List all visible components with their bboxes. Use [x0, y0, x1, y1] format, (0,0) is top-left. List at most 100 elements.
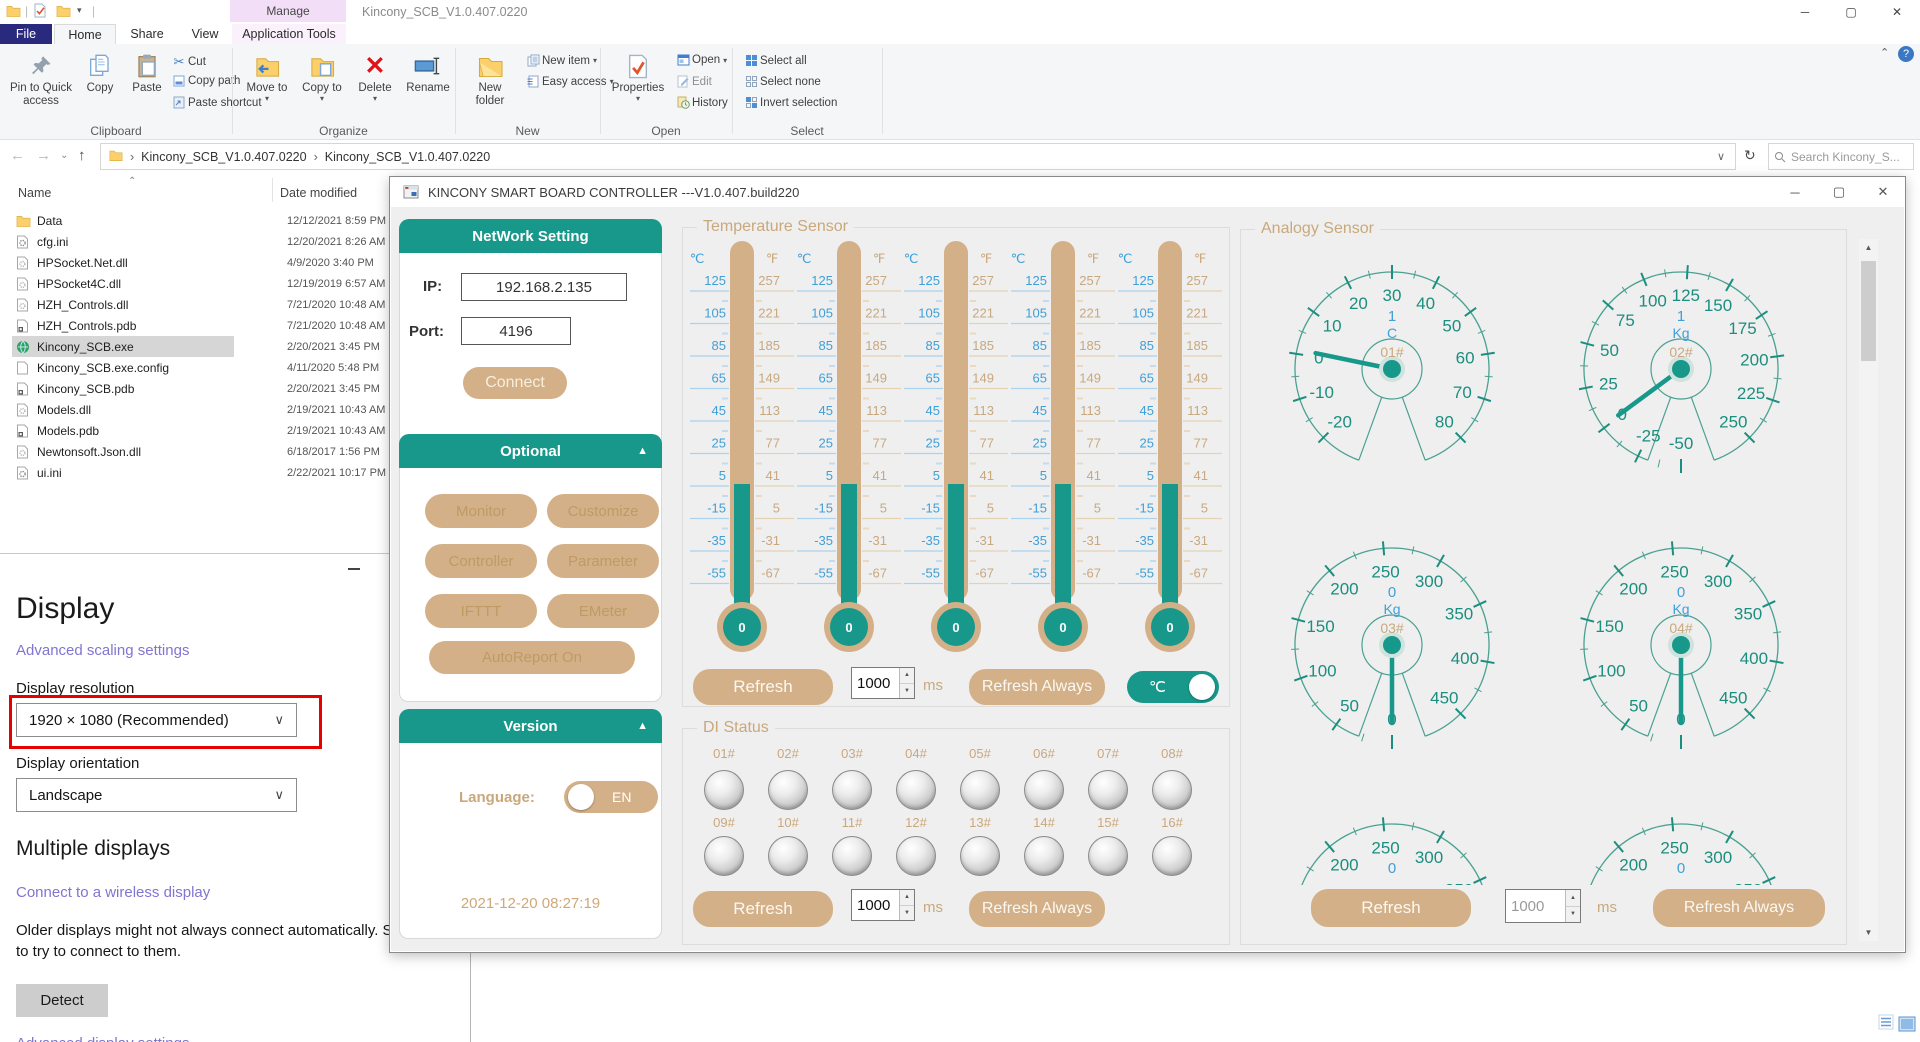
scroll-up-icon[interactable]: ▲: [1859, 239, 1878, 256]
file-row[interactable]: ui.ini2/22/2021 10:17 PM: [0, 462, 389, 483]
properties-button[interactable]: Properties▾: [608, 50, 668, 104]
qat-properties-icon[interactable]: [34, 3, 46, 23]
scrollbar-thumb[interactable]: [1861, 261, 1876, 361]
tab-file[interactable]: File: [0, 24, 52, 44]
settings-minimize-button[interactable]: [348, 568, 360, 570]
advanced-display-settings-link[interactable]: Advanced display settings: [16, 1035, 189, 1042]
kincony-close-button[interactable]: ✕: [1861, 177, 1905, 207]
select-all-button[interactable]: Select all: [742, 54, 807, 67]
di-refresh-always-button[interactable]: Refresh Always: [969, 891, 1105, 927]
search-input[interactable]: Search Kincony_S...: [1768, 143, 1914, 170]
optional-button-customize[interactable]: Customize: [547, 494, 659, 528]
invert-selection-button[interactable]: Invert selection: [742, 96, 837, 109]
file-row[interactable]: Newtonsoft.Json.dll6/18/2017 1:56 PM: [0, 441, 389, 462]
analogy-interval-spinner[interactable]: 1000 ▲▼: [1505, 889, 1581, 923]
scroll-down-icon[interactable]: ▼: [1859, 924, 1878, 941]
copy-to-button[interactable]: Copy to▾: [296, 50, 348, 104]
temperature-refresh-button[interactable]: Refresh: [693, 669, 833, 705]
breadcrumb-item[interactable]: Kincony_SCB_V1.0.407.0220: [141, 150, 306, 164]
file-row[interactable]: HZH_Controls.dll7/21/2020 10:48 AM: [0, 294, 389, 315]
history-button[interactable]: History: [674, 96, 728, 109]
celsius-toggle[interactable]: ℃: [1127, 671, 1219, 703]
refresh-address-icon[interactable]: ↻: [1744, 147, 1756, 164]
column-divider[interactable]: [272, 178, 273, 202]
spinner-down-icon[interactable]: ▼: [900, 684, 914, 699]
forward-icon[interactable]: →: [36, 147, 51, 164]
file-row[interactable]: cfg.ini12/20/2021 8:26 AM: [0, 231, 389, 252]
analogy-refresh-always-button[interactable]: Refresh Always: [1653, 889, 1825, 927]
breadcrumb-dropdown-icon[interactable]: ∨: [1717, 150, 1725, 163]
analogy-refresh-button[interactable]: Refresh: [1311, 889, 1471, 927]
version-header[interactable]: Version▲: [399, 709, 662, 743]
optional-header[interactable]: Optional▲: [399, 434, 662, 468]
file-row[interactable]: Data12/12/2021 8:59 PM: [0, 210, 389, 231]
copy-path-button[interactable]: Copy path: [170, 75, 240, 87]
advanced-scaling-settings-link[interactable]: Advanced scaling settings: [16, 642, 189, 659]
temperature-refresh-always-button[interactable]: Refresh Always: [969, 669, 1105, 705]
pin-to-quick-access-button[interactable]: Pin to Quick access: [8, 50, 74, 108]
di-interval-spinner[interactable]: 1000 ▲▼: [851, 889, 915, 921]
connect-wireless-display-link[interactable]: Connect to a wireless display: [16, 884, 210, 901]
file-row[interactable]: HPSocket.Net.dll4/9/2020 3:40 PM: [0, 252, 389, 273]
move-to-button[interactable]: Move to▾: [240, 50, 294, 104]
statusbar-thumbnail-view-icon[interactable]: [1898, 1016, 1916, 1037]
cut-button[interactable]: ✂ Cut: [170, 54, 206, 70]
tab-home[interactable]: Home: [54, 24, 116, 44]
spinner-up-icon[interactable]: ▲: [1566, 890, 1580, 907]
file-row[interactable]: Kincony_SCB.exe.config4/11/2020 5:48 PM: [0, 357, 389, 378]
file-row[interactable]: HZH_Controls.pdb7/21/2020 10:48 AM: [0, 315, 389, 336]
ip-field[interactable]: 192.168.2.135: [461, 273, 627, 301]
file-row[interactable]: HPSocket4C.dll12/19/2019 6:57 AM: [0, 273, 389, 294]
tab-application-tools[interactable]: Application Tools: [232, 24, 346, 44]
file-row[interactable]: Kincony_SCB.pdb2/20/2021 3:45 PM: [0, 378, 389, 399]
collapse-ribbon-icon[interactable]: ⌃: [1880, 46, 1889, 59]
sort-ascending-icon[interactable]: ⌃: [128, 176, 136, 187]
column-header-date[interactable]: Date modified: [280, 186, 357, 200]
collapse-triangle-icon[interactable]: ▲: [637, 445, 648, 457]
column-header-name[interactable]: Name: [18, 186, 51, 200]
help-icon[interactable]: ?: [1898, 46, 1914, 62]
spinner-up-icon[interactable]: ▲: [900, 890, 914, 906]
orientation-dropdown[interactable]: Landscape ∨: [16, 778, 297, 812]
select-none-button[interactable]: Select none: [742, 75, 821, 88]
optional-button-ifttt[interactable]: IFTTT: [425, 594, 537, 628]
qat-customize-caret-icon[interactable]: ▾: [77, 5, 82, 16]
file-row[interactable]: Models.pdb2/19/2021 10:43 AM: [0, 420, 389, 441]
delete-button[interactable]: ✕ Delete▾: [352, 50, 398, 104]
vertical-scrollbar[interactable]: ▲ ▼: [1859, 239, 1878, 941]
port-field[interactable]: 4196: [461, 317, 571, 345]
tab-share[interactable]: Share: [118, 24, 176, 44]
spinner-up-icon[interactable]: ▲: [900, 668, 914, 684]
breadcrumb-item[interactable]: Kincony_SCB_V1.0.407.0220: [325, 150, 490, 164]
language-toggle[interactable]: EN: [564, 781, 658, 813]
new-item-button[interactable]: New item▾: [524, 54, 597, 67]
connect-button[interactable]: Connect: [463, 367, 567, 399]
breadcrumb[interactable]: › Kincony_SCB_V1.0.407.0220 › Kincony_SC…: [100, 143, 1736, 170]
statusbar-list-view-icon[interactable]: [1878, 1014, 1894, 1035]
detect-button[interactable]: Detect: [16, 984, 108, 1017]
recent-locations-icon[interactable]: ⌄: [60, 150, 68, 161]
explorer-maximize-button[interactable]: ▢: [1828, 0, 1874, 24]
file-row[interactable]: Models.dll2/19/2021 10:43 AM: [0, 399, 389, 420]
kincony-maximize-button[interactable]: ▢: [1817, 177, 1861, 207]
edit-button[interactable]: Edit: [674, 75, 712, 88]
spinner-down-icon[interactable]: ▼: [900, 906, 914, 921]
optional-button-controller[interactable]: Controller: [425, 544, 537, 578]
rename-button[interactable]: Rename: [400, 50, 456, 95]
optional-button-emeter[interactable]: EMeter: [547, 594, 659, 628]
collapse-triangle-icon[interactable]: ▲: [637, 720, 648, 732]
temperature-interval-spinner[interactable]: 1000 ▲▼: [851, 667, 915, 699]
open-button[interactable]: Open▾: [674, 54, 727, 66]
optional-button-monitor[interactable]: Monitor: [425, 494, 537, 528]
optional-button-parameter[interactable]: Parameter: [547, 544, 659, 578]
explorer-minimize-button[interactable]: ─: [1782, 0, 1828, 24]
back-icon[interactable]: ←: [10, 147, 25, 164]
new-folder-button[interactable]: New folder: [464, 50, 516, 108]
autoreport-button[interactable]: AutoReport On: [429, 641, 635, 674]
di-refresh-button[interactable]: Refresh: [693, 891, 833, 927]
tab-view[interactable]: View: [178, 24, 232, 44]
qat-folder-icon[interactable]: [6, 4, 21, 22]
paste-button[interactable]: Paste: [124, 50, 170, 95]
qat-newfolder-icon[interactable]: [56, 4, 71, 22]
up-icon[interactable]: ↑: [78, 147, 86, 164]
